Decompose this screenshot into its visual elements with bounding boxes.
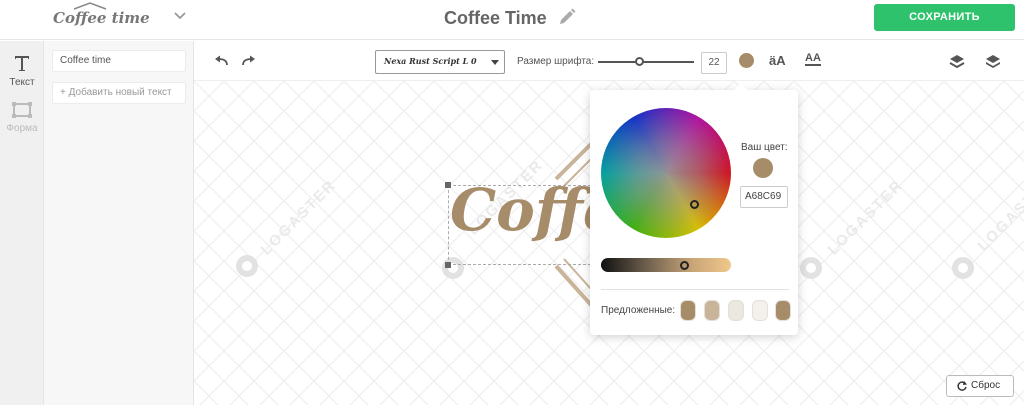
slider-knob[interactable] [635, 57, 644, 66]
undo-icon[interactable] [214, 54, 230, 68]
layer-up-icon[interactable] [984, 54, 1002, 70]
pencil-icon[interactable] [557, 7, 577, 27]
font-size-input[interactable]: 22 [701, 52, 727, 74]
color-picker: Ваш цвет: A68C69 Предложенные: [590, 83, 798, 335]
save-button[interactable]: СОХРАНИТЬ [874, 4, 1015, 31]
text-tool-icon [15, 56, 29, 71]
tool-text-label: Текст [9, 77, 35, 88]
suggested-color[interactable] [775, 300, 791, 321]
tool-rail: Текст Форма [0, 41, 44, 405]
reset-button[interactable]: Сброс [946, 375, 1014, 397]
text-color-swatch[interactable] [739, 53, 754, 68]
color-wheel-knob[interactable] [690, 200, 699, 209]
your-color-swatch [753, 158, 773, 178]
color-wheel[interactable] [601, 108, 731, 238]
redo-icon[interactable] [240, 54, 256, 68]
brightness-knob[interactable] [680, 261, 689, 270]
suggested-color[interactable] [728, 300, 744, 321]
tool-shape-label: Форма [6, 123, 38, 134]
picker-arrow [734, 83, 748, 90]
caret-down-icon [491, 60, 499, 65]
chevron-down-icon[interactable] [174, 12, 186, 20]
text-item[interactable]: Coffee time [52, 50, 186, 72]
slider-track [598, 61, 694, 63]
suggested-color[interactable] [680, 300, 696, 321]
font-size-label: Размер шрифта: [517, 56, 595, 67]
text-case-icon[interactable]: äA [769, 53, 786, 68]
picker-divider [601, 289, 789, 290]
watermark-logo-icon [952, 257, 974, 279]
brightness-slider[interactable] [601, 258, 731, 272]
resize-handle[interactable] [445, 262, 451, 268]
reset-label: Сброс [971, 380, 1001, 391]
your-color-label: Ваш цвет: [741, 142, 788, 153]
top-bar: Coffee time Coffee Time СОХРАНИТЬ [0, 0, 1024, 40]
text-toolbar: Nexa Rust Script L 0 Размер шрифта: 22 ä… [194, 41, 1024, 81]
font-select-value: Nexa Rust Script L 0 [384, 56, 477, 66]
reset-icon [957, 381, 967, 391]
font-size-slider[interactable] [598, 57, 694, 66]
logo[interactable]: Coffee time [50, 2, 150, 36]
suggested-label: Предложенные: [601, 305, 676, 316]
tool-text[interactable]: Текст [0, 53, 44, 88]
layer-down-icon[interactable] [948, 54, 966, 70]
text-panel: Coffee time + Добавить новый текст [44, 41, 194, 405]
logo-editor: Coffee time Coffee Time СОХРАНИТЬ Текст [0, 0, 1024, 405]
add-text-button[interactable]: + Добавить новый текст [52, 82, 186, 104]
logo-text: Coffee time [53, 9, 150, 27]
underline-icon[interactable]: AA [805, 52, 821, 66]
suggested-color[interactable] [704, 300, 720, 321]
project-title: Coffee Time [444, 8, 547, 28]
hex-input[interactable]: A68C69 [740, 186, 788, 208]
suggested-color[interactable] [752, 300, 768, 321]
watermark-logo-icon [800, 257, 822, 279]
shape-tool-icon [12, 102, 32, 118]
tool-shape[interactable]: Форма [0, 101, 44, 134]
watermark-logo-icon [236, 255, 258, 277]
font-select[interactable]: Nexa Rust Script L 0 [375, 50, 505, 74]
